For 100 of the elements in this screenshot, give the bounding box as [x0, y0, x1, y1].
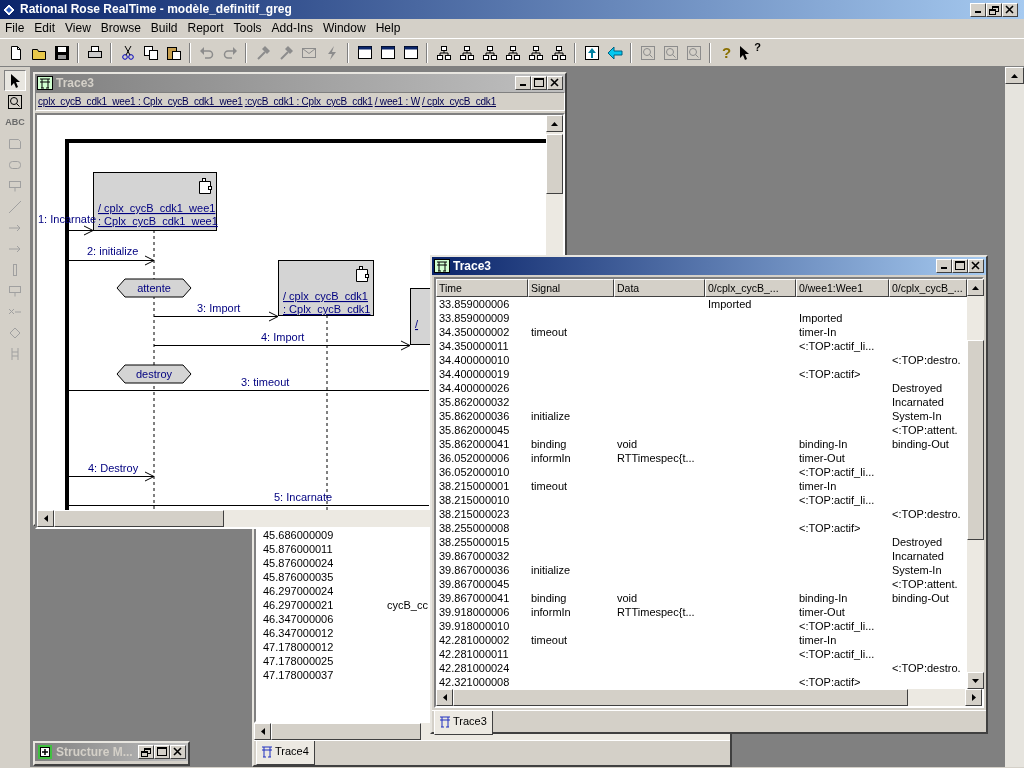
magnifier-icon [662, 44, 679, 61]
table-cell-text: <:TOP:actif_li... [798, 619, 876, 633]
close-icon [1005, 4, 1015, 15]
table-cell-text: binding [530, 437, 568, 451]
table-cell-text: 36.052000010 [438, 465, 511, 479]
table-cell-text: 34.400000010 [438, 353, 511, 367]
table-cell-text: timer-Out [798, 451, 846, 465]
column-header[interactable]: 0/wee1:Wee1 [796, 279, 889, 297]
instance-header[interactable]: cplx_cycB_cdk1_wee1 : Cplx_cycB_cdk1_wee1 [37, 95, 244, 108]
down-arrow-icon [972, 678, 979, 683]
minimize-button[interactable] [970, 2, 986, 17]
instance-header[interactable]: :cycB_cdk1 : Cplx_cycB_cdk1 [243, 95, 374, 108]
minimize-button[interactable] [936, 259, 952, 273]
table-cell-text: 35.862000032 [438, 395, 511, 409]
pointer-arrow-tool-button[interactable] [4, 70, 26, 91]
table-cell-text: timer-In [798, 633, 838, 647]
table-cell-text: Imported [707, 297, 753, 311]
scroll-left-button[interactable] [37, 510, 54, 527]
instance-header[interactable]: / cplx_cycB_cdk1 [420, 95, 497, 108]
magnifier-icon [7, 93, 23, 110]
menu-item[interactable]: Edit [29, 21, 61, 36]
maximize-button[interactable] [531, 76, 547, 90]
app-title: Rational Rose RealTime - modèle_definitif_greg [20, 2, 293, 17]
close-button[interactable] [968, 259, 984, 273]
window-title-bar[interactable]: Trace3 [432, 257, 986, 275]
table-cell-text: <:TOP:actif_li... [798, 465, 876, 479]
menu-item[interactable]: Add-Ins [266, 21, 318, 36]
table-cell-text: void [616, 591, 639, 605]
scroll-up-button[interactable] [546, 115, 563, 132]
table-cell-text: binding-In [798, 591, 849, 605]
column-header[interactable]: 0/cplx_cycB_... [705, 279, 796, 297]
menu-item[interactable]: Build [145, 21, 183, 36]
column-header[interactable]: Data [614, 279, 705, 297]
scrollbar-thumb[interactable] [54, 510, 224, 527]
tab[interactable]: Trace3 [434, 711, 493, 735]
vertical-scrollbar[interactable] [1005, 67, 1024, 767]
menu-item[interactable]: File [0, 21, 30, 36]
table-cell-text: 34.350000011 [438, 339, 510, 353]
scroll-left-button[interactable] [254, 723, 271, 740]
maximize-button[interactable] [952, 259, 968, 273]
restore-button[interactable] [986, 2, 1002, 17]
scrollbar-thumb[interactable] [546, 134, 563, 194]
up-arrow-icon [551, 121, 558, 126]
column-header[interactable]: Time [436, 279, 528, 297]
table-cell-text: RTTimespec{t... [616, 605, 696, 619]
table-cell-text: <:TOP:actif> [798, 367, 862, 381]
menu-item[interactable]: View [60, 21, 96, 36]
table-cell-text: 46.297000021 [263, 598, 335, 612]
tab-label[interactable]: Trace3 [453, 715, 487, 729]
tab-label[interactable]: Trace4 [275, 745, 309, 759]
instance-header[interactable]: / wee1 : W [373, 95, 421, 108]
menu-item[interactable]: Window [317, 21, 371, 36]
table-cell-text: 34.350000002 [438, 325, 511, 339]
table-cell-text: 45.876000035 [263, 570, 335, 584]
column-header[interactable]: Signal [528, 279, 614, 297]
minimize-button[interactable] [515, 76, 531, 90]
scrollbar-thumb[interactable] [271, 723, 421, 740]
trace-grid-icon [439, 716, 451, 728]
left-arrow-icon [442, 694, 447, 701]
table-cell-text: 42.321000008 [438, 675, 511, 689]
magnifier-icon [685, 44, 702, 61]
table-cell-text: informIn [530, 451, 572, 465]
maximize-button[interactable] [154, 745, 170, 759]
close-button[interactable] [170, 745, 186, 759]
up-arrow-icon [1011, 73, 1018, 78]
hierarchy-icon [458, 44, 475, 61]
close-button[interactable] [547, 76, 563, 90]
restore-button[interactable] [138, 745, 154, 759]
table-cell-text: 46.347000006 [263, 612, 335, 626]
message-label: 5: Incarnate [274, 491, 333, 503]
plus-box-icon [37, 745, 53, 759]
tab[interactable]: Trace4 [256, 741, 315, 765]
close-button[interactable] [1002, 2, 1018, 17]
up-arrow-icon [972, 285, 979, 290]
table-cell-text: initialize [530, 409, 572, 423]
column-header[interactable]: 0/cplx_cycB_... [889, 279, 967, 297]
table-cell-text: timeout [530, 325, 569, 339]
table-cell-text: binding [530, 591, 568, 605]
whats-this-button[interactable]: ? [738, 41, 761, 64]
clipboard-icon [165, 44, 182, 61]
close-icon [971, 261, 981, 271]
table-cell-text: 34.400000026 [438, 381, 511, 395]
table-cell-text: <:TOP:destro. [891, 507, 962, 521]
menu-item[interactable]: Browse [95, 21, 146, 36]
vertical-scrollbar[interactable] [967, 279, 984, 689]
trace-grid-icon [37, 76, 53, 90]
horizontal-scrollbar[interactable] [436, 689, 982, 706]
table-cell-text: 47.178000012 [263, 640, 335, 654]
menu-item[interactable]: Help [370, 21, 406, 36]
table-cell-text: binding-Out [891, 437, 950, 451]
menu-item[interactable]: Report [182, 21, 229, 36]
table-cell-text: <:TOP:destro. [891, 661, 962, 675]
trace-grid-icon [261, 746, 273, 758]
table-cell-text: informIn [530, 605, 572, 619]
window-icon [379, 44, 396, 61]
object-name: / cplx_cycB_cdk1 [283, 290, 368, 302]
table-cell-text: timer-Out [798, 605, 846, 619]
menu-item[interactable]: Tools [228, 21, 267, 36]
minimize-icon [975, 10, 981, 13]
table-cell-text: timeout [530, 479, 569, 493]
